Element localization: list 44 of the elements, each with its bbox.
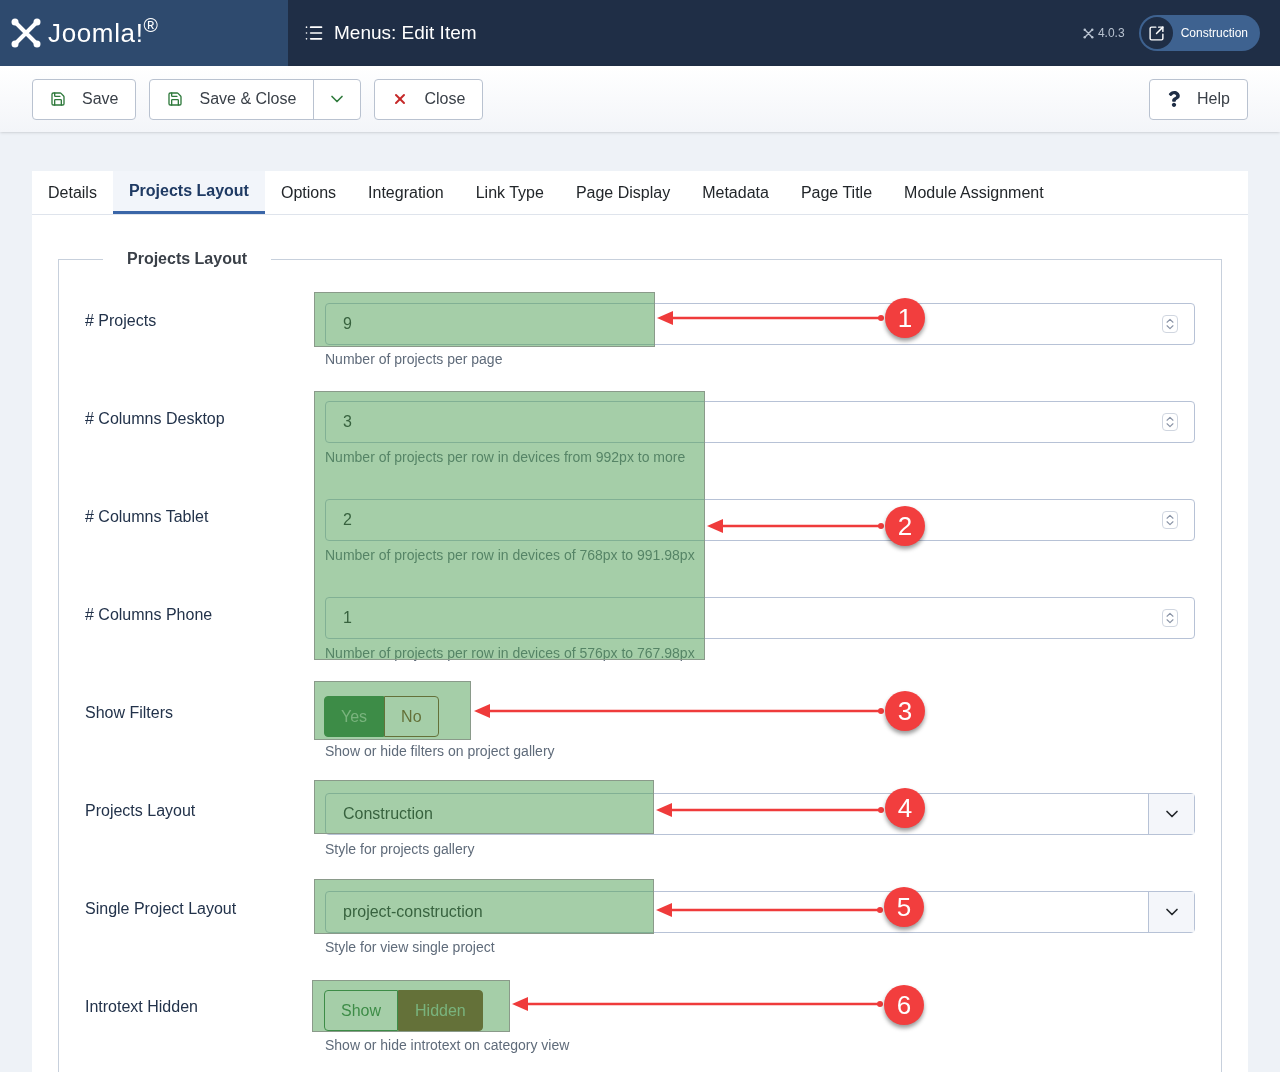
tab[interactable]: Details [32,171,113,214]
spinner-icon[interactable] [1162,315,1178,333]
external-link-icon [1140,17,1173,49]
field-label: Introtext Hidden [85,998,198,1015]
help-button[interactable]: Help [1149,78,1248,120]
save-button[interactable]: Save [32,78,137,120]
field-label: Single Project Layout [85,900,237,917]
field-label: # Columns Tablet [85,508,209,525]
field-hint: Number of projects per row in devices of 576px to 767.98px [325,644,695,663]
tab[interactable]: Options [264,171,353,214]
field-label: Show Filters [85,704,174,721]
site-button[interactable]: Construction [1138,15,1260,51]
field-hint: Style for projects gallery [325,840,475,859]
tab[interactable]: Page Display [559,171,687,214]
question-mark-icon [1167,91,1181,107]
spinner-icon[interactable] [1162,609,1178,627]
version-label: 4.0.3 [1097,25,1125,42]
tab[interactable]: Module Assignment [888,171,1060,214]
number-input[interactable]: 3 [325,401,1195,443]
tab[interactable]: Link Type [459,171,560,214]
tab[interactable]: Page Title [784,171,889,214]
close-button[interactable]: Close [374,78,484,120]
field-label: # Columns Desktop [85,410,225,427]
joomla-logo-icon [1082,27,1094,39]
tab[interactable]: Integration [352,171,460,214]
field-label: # Columns Phone [85,606,213,623]
field-hint: Number of projects per page [325,350,503,369]
joomla-logo-icon [10,17,42,49]
brand-name[interactable]: Joomla!$^{®}$ [48,13,159,53]
page-title: Menus: Edit Item [334,20,477,45]
field-hint: Number of projects per row in devices from 992px to more [325,448,686,467]
field-hint: Style for view single project [325,938,495,957]
field-label: # Projects [85,312,157,329]
fieldset-legend: Projects Layout [103,247,272,271]
number-input[interactable]: 1 [325,597,1195,639]
field-hint: Show or hide introtext on category view [325,1036,570,1055]
field-hint: Number of projects per row in devices of 768px to 991.98px [325,546,695,565]
spinner-icon[interactable] [1162,511,1178,529]
spinner-icon[interactable] [1162,413,1178,431]
tab[interactable]: Projects Layout [112,171,265,214]
field-label: Projects Layout [85,802,196,819]
field-hint: Show or hide filters on project gallery [325,742,555,761]
tab[interactable]: Metadata [686,171,785,214]
menu-list-icon [304,23,324,43]
